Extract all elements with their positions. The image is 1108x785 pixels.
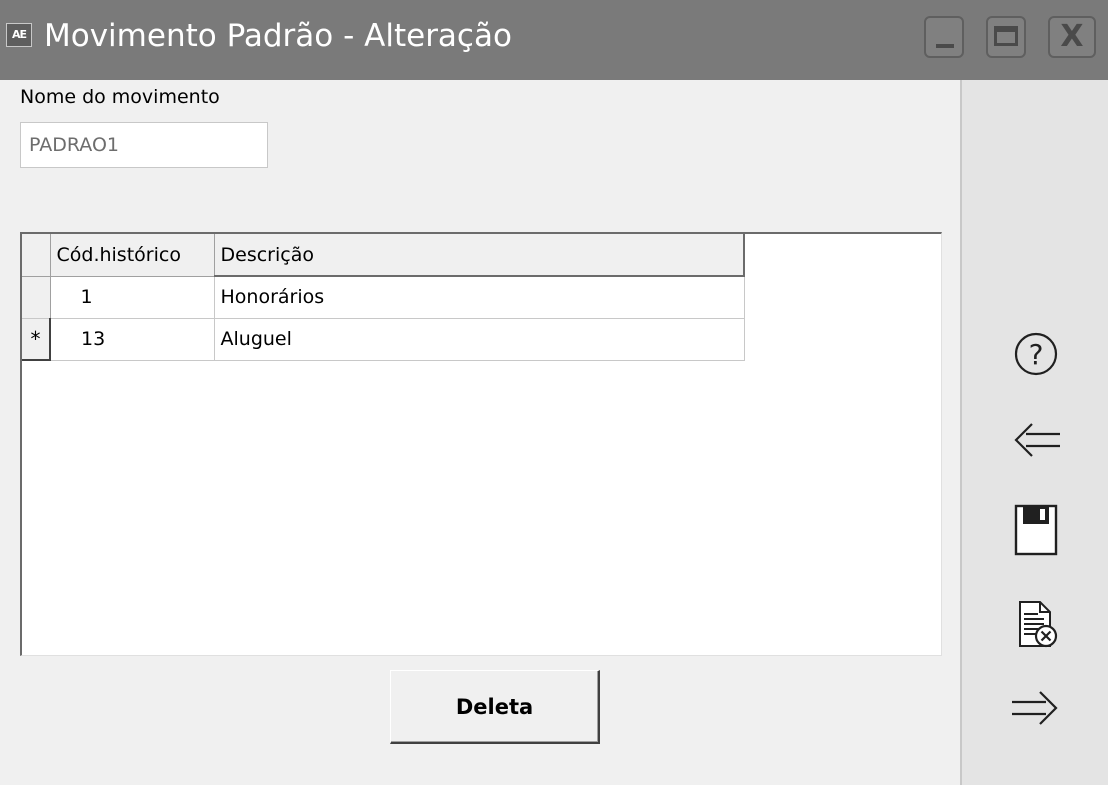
help-icon[interactable]: ? bbox=[1004, 326, 1068, 382]
column-header-descricao[interactable]: Descrição bbox=[214, 234, 745, 277]
save-icon[interactable] bbox=[1004, 502, 1068, 558]
maximize-button[interactable] bbox=[986, 16, 1026, 58]
minimize-icon bbox=[936, 44, 954, 48]
new-row-indicator[interactable]: * bbox=[22, 318, 51, 361]
grid-table: Cód.histórico Descrição 1 Honorários * 1… bbox=[22, 234, 745, 361]
name-input[interactable] bbox=[20, 122, 268, 168]
grid-header-row: Cód.histórico Descrição bbox=[22, 234, 745, 277]
row-indicator[interactable] bbox=[22, 276, 51, 319]
cell-descricao[interactable]: Aluguel bbox=[214, 318, 745, 361]
minimize-button[interactable] bbox=[924, 16, 964, 58]
cell-cod-historico[interactable]: 13 bbox=[50, 318, 215, 361]
forward-arrow-icon[interactable] bbox=[1004, 680, 1068, 736]
column-header-cod-historico[interactable]: Cód.histórico bbox=[50, 234, 215, 277]
table-row[interactable]: 1 Honorários bbox=[22, 276, 745, 319]
window: AE Movimento Padrão - Alteração X Nome d… bbox=[0, 0, 1108, 785]
grid-corner-cell[interactable] bbox=[22, 234, 51, 277]
table-row[interactable]: * 13 Aluguel bbox=[22, 318, 745, 361]
back-arrow-icon[interactable] bbox=[1004, 412, 1068, 468]
maximize-icon bbox=[994, 26, 1018, 46]
name-label: Nome do movimento bbox=[20, 86, 220, 108]
title-bar[interactable]: AE Movimento Padrão - Alteração X bbox=[0, 0, 1108, 80]
cell-cod-historico[interactable]: 1 bbox=[50, 276, 215, 319]
app-icon[interactable]: AE bbox=[6, 23, 32, 47]
delete-button[interactable]: Deleta bbox=[390, 670, 600, 744]
close-icon: X bbox=[1060, 19, 1084, 54]
help-glyph: ? bbox=[1029, 338, 1044, 371]
cancel-document-icon[interactable] bbox=[1004, 598, 1068, 654]
window-title: Movimento Padrão - Alteração bbox=[44, 18, 512, 54]
close-button[interactable]: X bbox=[1048, 16, 1096, 58]
history-grid[interactable]: Cód.histórico Descrição 1 Honorários * 1… bbox=[20, 232, 942, 656]
cell-descricao[interactable]: Honorários bbox=[214, 276, 745, 319]
